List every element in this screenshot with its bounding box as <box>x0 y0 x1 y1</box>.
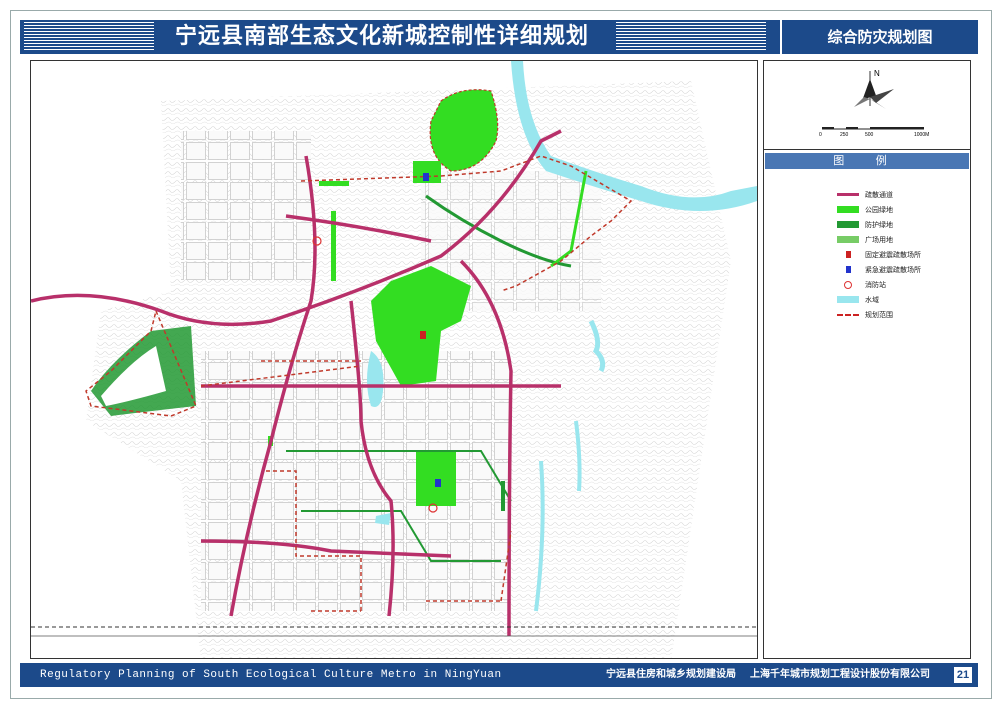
legend-panel: N 0 250 500 1000M 图 例 疏散通道 公园绿地 防护绿地 广场用… <box>763 60 971 659</box>
fixed-shelter-icon <box>836 250 860 260</box>
legend-item: 疏散通道 <box>836 187 966 202</box>
legend-label: 消防站 <box>865 280 886 289</box>
legend-label: 规划范围 <box>865 310 893 319</box>
page-number: 21 <box>954 667 972 683</box>
title-stripes-left <box>24 22 154 52</box>
water-icon <box>836 295 860 305</box>
legend-label: 公园绿地 <box>865 205 893 214</box>
legend-list: 疏散通道 公园绿地 防护绿地 广场用地 固定避震疏散场所 紧急避震疏散场所 消防… <box>836 187 966 322</box>
legend-label: 防护绿地 <box>865 220 893 229</box>
north-label: N <box>874 69 880 78</box>
emergency-shelter-marker-north <box>423 173 429 181</box>
plaza-icon <box>836 235 860 245</box>
protective-green-icon <box>836 220 860 230</box>
map-frame[interactable] <box>30 60 758 659</box>
legend-item: 消防站 <box>836 277 966 292</box>
legend-title: 图 例 <box>765 153 969 169</box>
footer-org-client: 宁远县住房和城乡规划建设局 <box>606 669 736 680</box>
scale-label-1000: 1000M <box>914 132 930 138</box>
footer-org-designer: 上海千年城市规划工程设计股份有限公司 <box>750 669 930 680</box>
legend-label: 广场用地 <box>865 235 893 244</box>
legend-item: 水域 <box>836 292 966 307</box>
page-title: 宁远县南部生态文化新城控制性详细规划 <box>175 24 590 49</box>
scale-label-250: 250 <box>840 132 849 138</box>
fixed-shelter-marker <box>420 331 426 339</box>
legend-label: 水域 <box>865 295 879 304</box>
park-green-icon <box>836 205 860 215</box>
scale-label-0: 0 <box>819 132 822 138</box>
legend-item: 固定避震疏散场所 <box>836 247 966 262</box>
fire-station-icon <box>836 280 860 290</box>
title-stripes-right <box>616 22 766 52</box>
map-subtitle: 综合防灾规划图 <box>827 28 933 46</box>
south-park <box>416 451 456 506</box>
planning-boundary-icon <box>836 310 860 320</box>
evacuation-road-icon <box>836 190 860 200</box>
legend-item: 紧急避震疏散场所 <box>836 262 966 277</box>
legend-item: 广场用地 <box>836 232 966 247</box>
emergency-shelter-icon <box>836 265 860 275</box>
legend-item: 防护绿地 <box>836 217 966 232</box>
legend-item: 规划范围 <box>836 307 966 322</box>
legend-label: 固定避震疏散场所 <box>865 250 921 259</box>
central-urban-blocks <box>201 351 511 611</box>
compass-box: N 0 250 500 1000M <box>764 61 970 150</box>
green-strip-2 <box>319 181 349 186</box>
legend-item: 公园绿地 <box>836 202 966 217</box>
scale-label-500: 500 <box>865 132 874 138</box>
legend-label: 疏散通道 <box>865 190 893 199</box>
north-urban-blocks <box>181 131 311 281</box>
emergency-shelter-marker-south <box>435 479 441 487</box>
map-canvas <box>31 61 757 658</box>
footer-english-title: Regulatory Planning of South Ecological … <box>40 669 502 681</box>
legend-label: 紧急避震疏散场所 <box>865 265 921 274</box>
